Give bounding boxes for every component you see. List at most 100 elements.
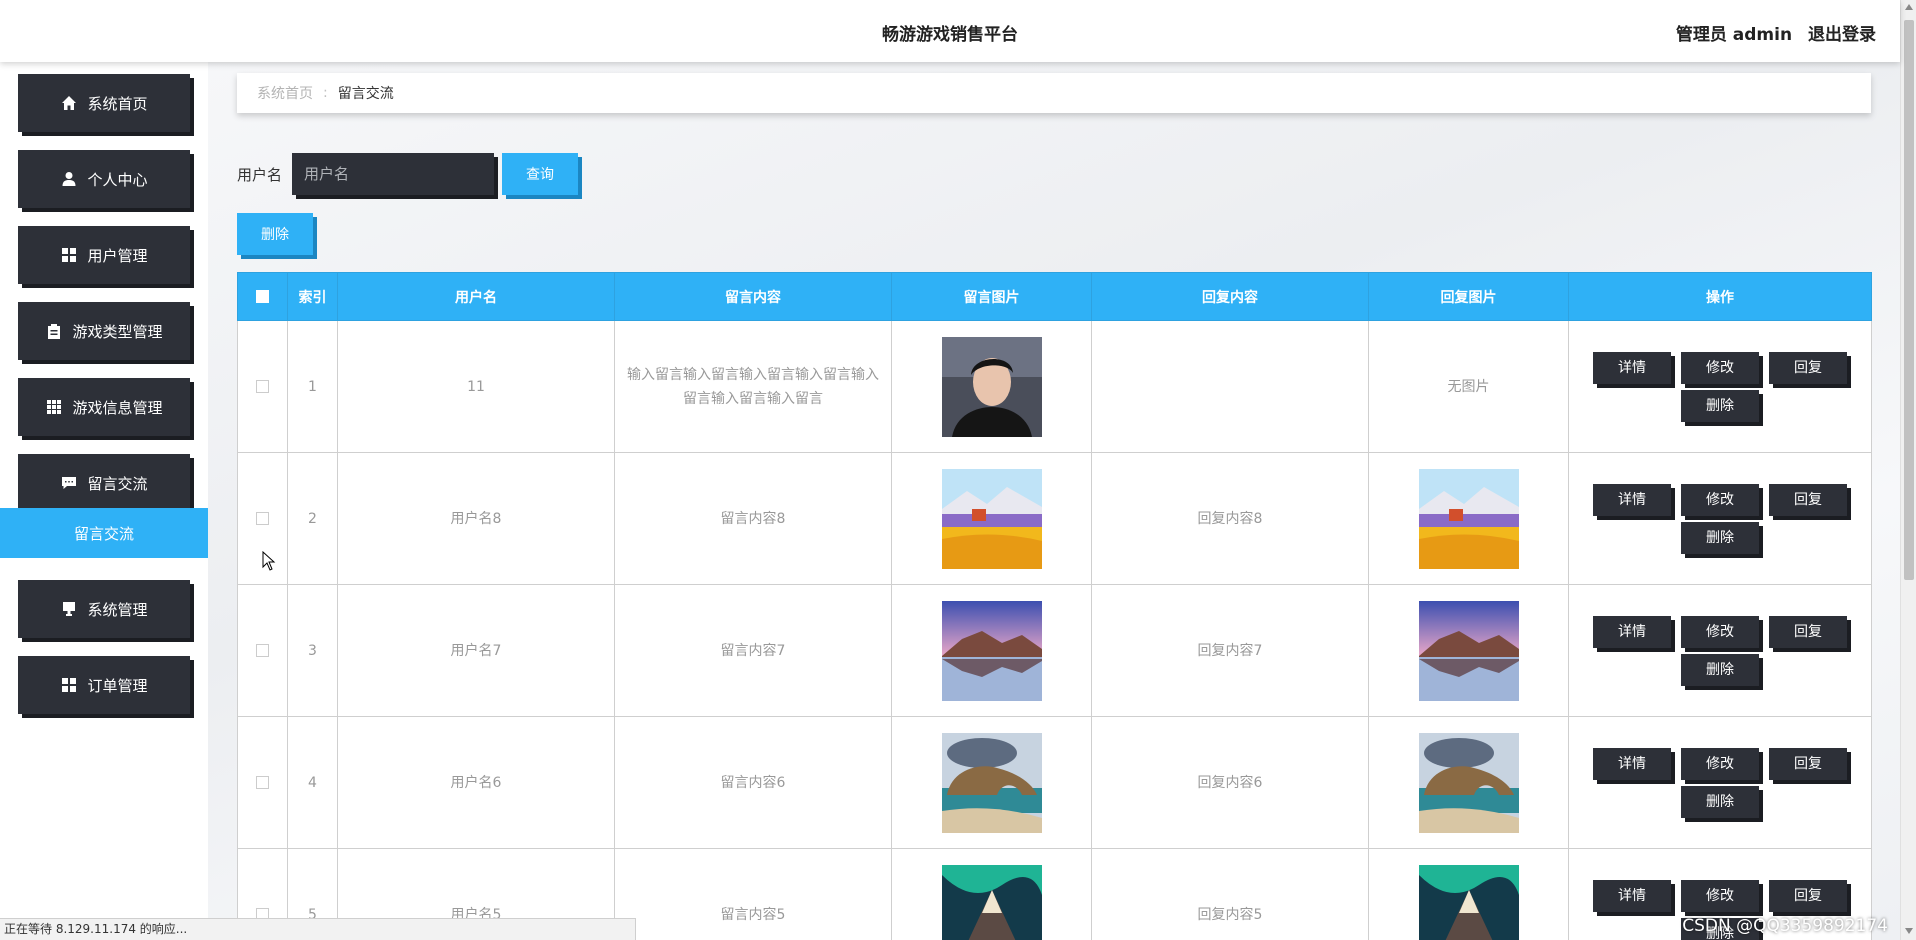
row-reply: 回复内容7 [1091, 584, 1369, 717]
breadcrumb-current: 留言交流 [337, 86, 394, 102]
reply-button[interactable]: 回复 [1769, 879, 1847, 912]
sidebar-item-label: 系统首页 [87, 94, 148, 113]
grid-icon [60, 676, 78, 694]
aurora-mountain[interactable] [1418, 864, 1519, 940]
header-index: 索引 [287, 272, 338, 321]
breadcrumb-home[interactable]: 系统首页 [257, 83, 313, 103]
detail-button[interactable]: 详情 [1593, 483, 1671, 516]
row-actions: 详情 修改 回复 删除 [1590, 615, 1850, 686]
scroll-up-icon[interactable] [1905, 4, 1913, 10]
aurora-mountain[interactable] [941, 864, 1042, 940]
row-checkbox[interactable] [256, 776, 269, 789]
row-username: 用户名8 [337, 452, 615, 585]
row-actions: 详情 修改 回复 删除 [1590, 351, 1850, 422]
row-index: 4 [287, 716, 338, 849]
sidebar-item-label: 用户管理 [87, 246, 148, 265]
logout-link[interactable]: 退出登录 [1808, 25, 1876, 45]
header-reply-image: 回复图片 [1368, 272, 1569, 321]
edit-button[interactable]: 修改 [1681, 747, 1759, 780]
sidebar-item-label: 留言交流 [87, 474, 148, 493]
sea-arch[interactable] [1418, 732, 1519, 833]
row-message: 留言内容6 [614, 716, 892, 849]
search-label: 用户名 [237, 165, 283, 184]
top-header: 畅游游戏销售平台 管理员 admin 退出登录 [0, 0, 1900, 62]
delete-button[interactable]: 删除 [1681, 653, 1759, 686]
row-username: 11 [337, 320, 615, 453]
sidebar-item-users[interactable]: 用户管理 [18, 226, 190, 284]
sidebar-item-game-info[interactable]: 游戏信息管理 [18, 378, 190, 436]
table-icon [45, 398, 63, 416]
admin-label: 管理员 admin [1675, 25, 1793, 45]
detail-button[interactable]: 详情 [1593, 351, 1671, 384]
row-reply: 回复内容8 [1091, 452, 1369, 585]
sidebar-item-label: 游戏类型管理 [72, 322, 163, 341]
row-message: 留言内容5 [614, 848, 892, 940]
sidebar-item-profile[interactable]: 个人中心 [18, 150, 190, 208]
delete-button[interactable]: 删除 [1681, 785, 1759, 818]
detail-button[interactable]: 详情 [1593, 879, 1671, 912]
row-reply: 回复内容6 [1091, 716, 1369, 849]
table-header-row: 索引 用户名 留言内容 留言图片 回复内容 回复图片 操作 [237, 272, 1872, 321]
row-checkbox[interactable] [256, 512, 269, 525]
message-table: 索引 用户名 留言内容 留言图片 回复内容 回复图片 操作 1 11 输入留言输… [237, 272, 1872, 940]
reply-button[interactable]: 回复 [1769, 615, 1847, 648]
home-icon [60, 94, 78, 112]
sidebar-item-messages[interactable]: 留言交流 [18, 454, 190, 512]
detail-button[interactable]: 详情 [1593, 747, 1671, 780]
sidebar-item-label: 订单管理 [87, 676, 148, 695]
flower-field-painting[interactable] [941, 468, 1042, 569]
sidebar-item-label: 系统管理 [87, 600, 148, 619]
table-row: 4 用户名6 留言内容6 回复内容6 详情 修改 回复 删除 [237, 716, 1872, 849]
sidebar-item-orders[interactable]: 订单管理 [18, 656, 190, 714]
scroll-down-icon[interactable] [1905, 928, 1913, 934]
mountain-lake[interactable] [941, 600, 1042, 701]
search-button[interactable]: 查询 [502, 153, 579, 195]
row-index: 3 [287, 584, 338, 717]
row-message: 留言内容7 [614, 584, 892, 717]
header-message-image: 留言图片 [891, 272, 1092, 321]
sidebar-item-game-types[interactable]: 游戏类型管理 [18, 302, 190, 360]
edit-button[interactable]: 修改 [1681, 483, 1759, 516]
browser-status-bar: 正在等待 8.129.11.174 的响应... [0, 918, 636, 940]
row-index: 2 [287, 452, 338, 585]
site-title: 畅游游戏销售平台 [882, 25, 1018, 45]
monitor-icon [60, 600, 78, 618]
reply-button[interactable]: 回复 [1769, 483, 1847, 516]
page-scrollbar[interactable] [1900, 0, 1916, 940]
row-reply [1091, 320, 1369, 453]
watermark: CSDN @QQ3359892174 [1682, 916, 1888, 936]
sea-arch[interactable] [941, 732, 1042, 833]
reply-button[interactable]: 回复 [1769, 747, 1847, 780]
batch-delete-button[interactable]: 删除 [237, 213, 313, 255]
header-username: 用户名 [337, 272, 615, 321]
flower-field-painting[interactable] [1418, 468, 1519, 569]
search-bar: 用户名 查询 [237, 152, 579, 196]
header-actions: 操作 [1568, 272, 1872, 321]
edit-button[interactable]: 修改 [1681, 615, 1759, 648]
edit-button[interactable]: 修改 [1681, 879, 1759, 912]
select-all-checkbox[interactable] [256, 290, 269, 303]
delete-button[interactable]: 删除 [1681, 389, 1759, 422]
row-reply: 回复内容5 [1091, 848, 1369, 940]
row-message: 输入留言输入留言输入留言输入留言输入留言输入留言输入留言 [627, 366, 879, 407]
sidebar-subitem-messages[interactable]: 留言交流 [0, 508, 208, 558]
reply-button[interactable]: 回复 [1769, 351, 1847, 384]
main-content: 系统首页 : 留言交流 用户名 查询 删除 索引 用户名 留言内容 留言图片 回… [208, 62, 1900, 940]
scrollbar-thumb[interactable] [1904, 20, 1914, 580]
detail-button[interactable]: 详情 [1593, 615, 1671, 648]
sidebar-item-system[interactable]: 系统管理 [18, 580, 190, 638]
mountain-lake[interactable] [1418, 600, 1519, 701]
sidebar-item-label: 个人中心 [87, 170, 148, 189]
row-actions: 详情 修改 回复 删除 [1590, 483, 1850, 554]
header-select-all[interactable] [237, 272, 288, 321]
row-checkbox[interactable] [256, 380, 269, 393]
row-checkbox[interactable] [256, 644, 269, 657]
portrait-photo[interactable] [941, 336, 1042, 437]
edit-button[interactable]: 修改 [1681, 351, 1759, 384]
sidebar-item-home[interactable]: 系统首页 [18, 74, 190, 132]
table-row: 2 用户名8 留言内容8 回复内容8 详情 修改 回复 删除 [237, 452, 1872, 585]
username-search-input[interactable] [292, 153, 495, 195]
delete-button[interactable]: 删除 [1681, 521, 1759, 554]
row-username: 用户名7 [337, 584, 615, 717]
sidebar: 系统首页 个人中心 用户管理 游戏类型管理 游戏信息管理 留言交流 留言交流 系… [0, 62, 208, 940]
